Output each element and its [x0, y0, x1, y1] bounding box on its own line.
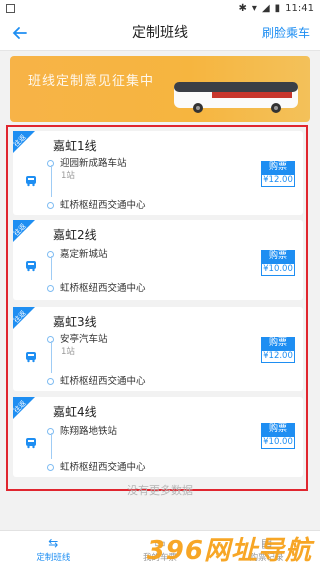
buy-label: 购票	[261, 250, 295, 263]
status-bar: ✱ ▾ ◢ ▮ 11:41	[0, 0, 320, 16]
destination-stop: 虹桥枢纽西交通中心	[47, 280, 146, 294]
origin-stop: 迎园新成路车站	[47, 155, 127, 169]
route-list: 往返 嘉虹1线 迎园新成路车站 1站 虹桥枢纽西交通中心 购票 ¥12.00 往…	[6, 125, 308, 491]
price-label: ¥12.00	[261, 174, 295, 187]
buy-label: 购票	[261, 423, 295, 436]
round-trip-tag: 往返	[13, 397, 43, 427]
bus-icon	[26, 438, 36, 449]
bus-icon	[26, 261, 36, 272]
route-card-4[interactable]: 往返 嘉虹4线 陈翔路地铁站 虹桥枢纽西交通中心 购票 ¥10.00	[13, 397, 303, 477]
list-end-text: 没有更多数据	[127, 484, 193, 497]
bus-illustration	[174, 82, 298, 113]
stop-count: 1站	[61, 347, 75, 357]
origin-stop: 陈翔路地铁站	[47, 423, 117, 437]
route-card-3[interactable]: 往返 嘉虹3线 安亭汽车站 1站 虹桥枢纽西交通中心 购票 ¥12.00	[13, 307, 303, 391]
price-label: ¥10.00	[261, 263, 295, 276]
tab-label: 定制班线	[36, 553, 71, 563]
buy-ticket-button[interactable]: 购票 ¥12.00	[261, 161, 295, 187]
swap-icon: ⇆	[48, 536, 59, 550]
route-line	[51, 433, 52, 459]
status-time: 11:41	[285, 2, 314, 14]
banner-text: 班线定制意见征集中	[28, 74, 155, 89]
destination-stop: 虹桥枢纽西交通中心	[47, 197, 146, 211]
buy-ticket-button[interactable]: 购票 ¥10.00	[261, 250, 295, 276]
route-line	[51, 165, 52, 197]
route-card-2[interactable]: 往返 嘉虹2线 嘉定新城站 虹桥枢纽西交通中心 购票 ¥10.00	[13, 220, 303, 300]
round-trip-tag: 往返	[13, 220, 43, 250]
nav-bar: 定制班线 刷脸乘车	[0, 16, 320, 51]
buy-label: 购票	[261, 161, 295, 174]
destination-stop: 虹桥枢纽西交通中心	[47, 459, 146, 473]
promo-banner[interactable]: 班线定制意见征集中	[10, 56, 310, 122]
tab-custom-routes[interactable]: ⇆ 定制班线	[0, 531, 107, 568]
signal-icon: ◢	[261, 2, 270, 14]
route-name: 嘉虹1线	[53, 139, 97, 153]
price-label: ¥12.00	[261, 350, 295, 363]
destination-stop: 虹桥枢纽西交通中心	[47, 373, 146, 387]
bluetooth-icon: ✱	[238, 2, 247, 14]
buy-ticket-button[interactable]: 购票 ¥12.00	[261, 337, 295, 363]
buy-label: 购票	[261, 337, 295, 350]
round-trip-tag: 往返	[13, 131, 43, 161]
stop-count: 1站	[61, 171, 75, 181]
face-boarding-button[interactable]: 刷脸乘车	[262, 16, 310, 50]
route-name: 嘉虹4线	[53, 405, 97, 419]
origin-stop: 嘉定新城站	[47, 246, 108, 260]
route-name: 嘉虹3线	[53, 315, 97, 329]
notification-icon	[6, 3, 15, 13]
watermark: 396网址导航	[146, 536, 312, 566]
route-name: 嘉虹2线	[53, 228, 97, 242]
wifi-icon: ▾	[251, 2, 257, 14]
round-trip-tag: 往返	[13, 307, 43, 337]
price-label: ¥10.00	[261, 436, 295, 449]
buy-ticket-button[interactable]: 购票 ¥10.00	[261, 423, 295, 449]
battery-icon: ▮	[274, 2, 281, 14]
bus-icon	[26, 352, 36, 363]
bus-icon	[26, 176, 36, 187]
route-line	[51, 256, 52, 280]
route-line	[51, 341, 52, 373]
origin-stop: 安亭汽车站	[47, 331, 108, 345]
route-card-1[interactable]: 往返 嘉虹1线 迎园新成路车站 1站 虹桥枢纽西交通中心 购票 ¥12.00	[13, 131, 303, 215]
